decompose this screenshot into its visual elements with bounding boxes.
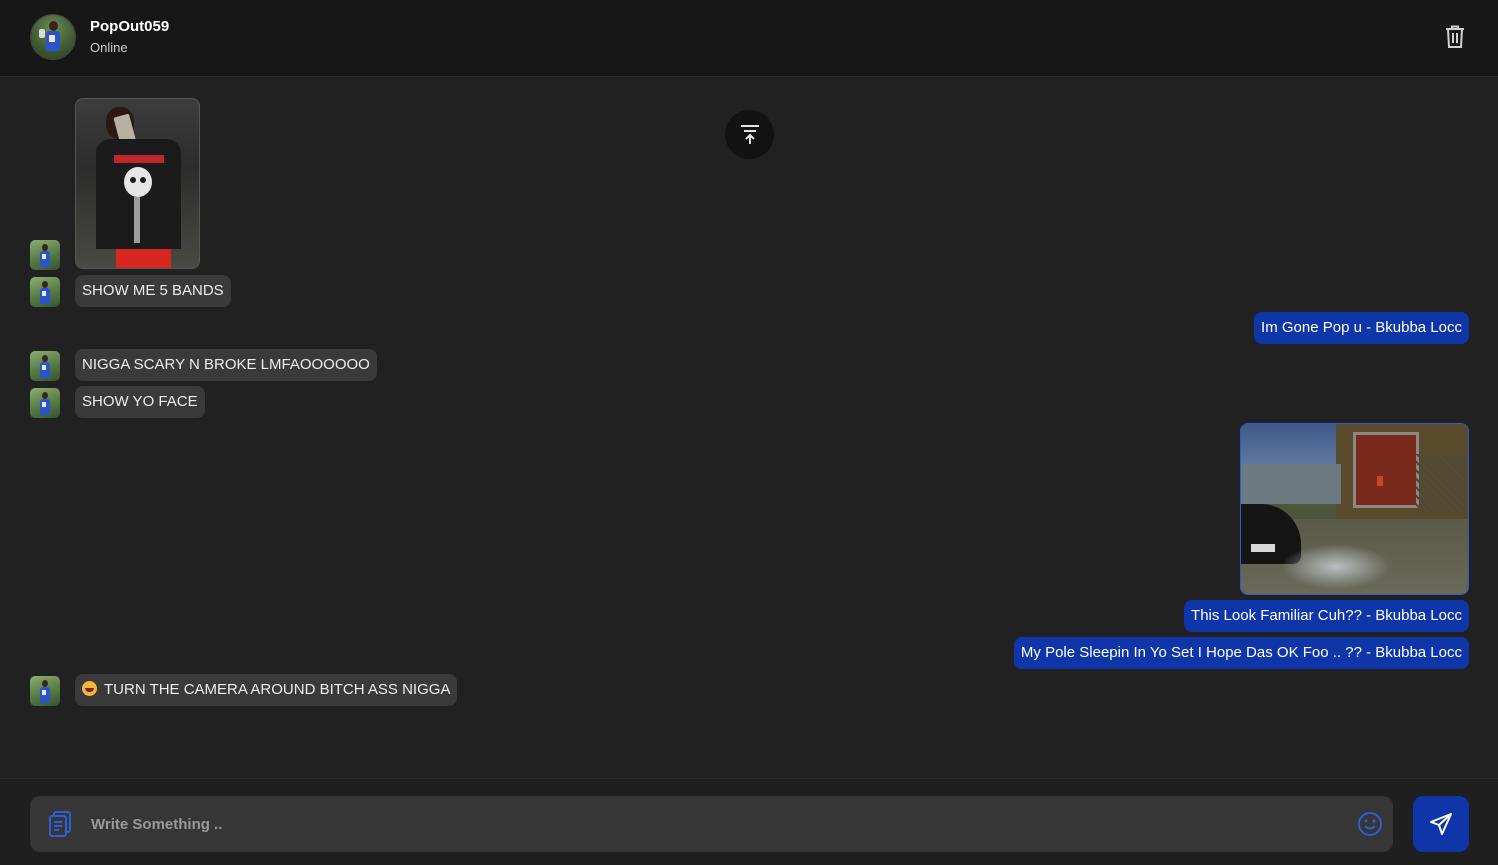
trash-icon <box>1446 25 1464 48</box>
incoming-message[interactable]: NIGGA SCARY N BROKE LMFAOOOOOO <box>75 349 377 381</box>
attach-file-button[interactable] <box>47 810 73 838</box>
send-button[interactable] <box>1413 796 1469 852</box>
sender-avatar[interactable] <box>30 388 60 418</box>
scroll-to-top-button[interactable] <box>725 110 774 159</box>
grinning-face-emoji <box>82 681 97 696</box>
paper-plane-icon <box>1430 813 1452 835</box>
smiley-icon <box>1358 812 1382 836</box>
sender-avatar[interactable] <box>30 351 60 381</box>
incoming-message[interactable]: TURN THE CAMERA AROUND BITCH ASS NIGGA <box>75 674 458 706</box>
message-image[interactable] <box>75 98 200 269</box>
message-image[interactable] <box>1240 423 1469 595</box>
sender-avatar[interactable] <box>30 277 60 307</box>
message-input[interactable] <box>89 806 1343 842</box>
file-attach-icon <box>49 811 71 837</box>
outgoing-message[interactable]: Im Gone Pop u - Bkubba Locc <box>1254 312 1469 344</box>
outgoing-message[interactable]: My Pole Sleepin In Yo Set I Hope Das OK … <box>1013 637 1469 669</box>
chat-header: PopOut059 Online <box>0 0 1498 77</box>
incoming-message[interactable]: SHOW ME 5 BANDS <box>75 275 231 307</box>
contact-status: Online <box>90 40 128 55</box>
sender-avatar[interactable] <box>30 240 60 270</box>
outgoing-message[interactable]: This Look Familiar Cuh?? - Bkubba Locc <box>1184 600 1469 632</box>
delete-chat-button[interactable] <box>1442 24 1468 50</box>
arrow-up-to-line-icon <box>740 124 759 144</box>
contact-avatar[interactable] <box>30 14 76 60</box>
sender-avatar[interactable] <box>30 676 60 706</box>
message-text: TURN THE CAMERA AROUND BITCH ASS NIGGA <box>104 681 451 698</box>
emoji-picker-button[interactable] <box>1357 811 1383 837</box>
contact-name: PopOut059 <box>90 18 170 35</box>
incoming-message[interactable]: SHOW YO FACE <box>75 386 205 418</box>
